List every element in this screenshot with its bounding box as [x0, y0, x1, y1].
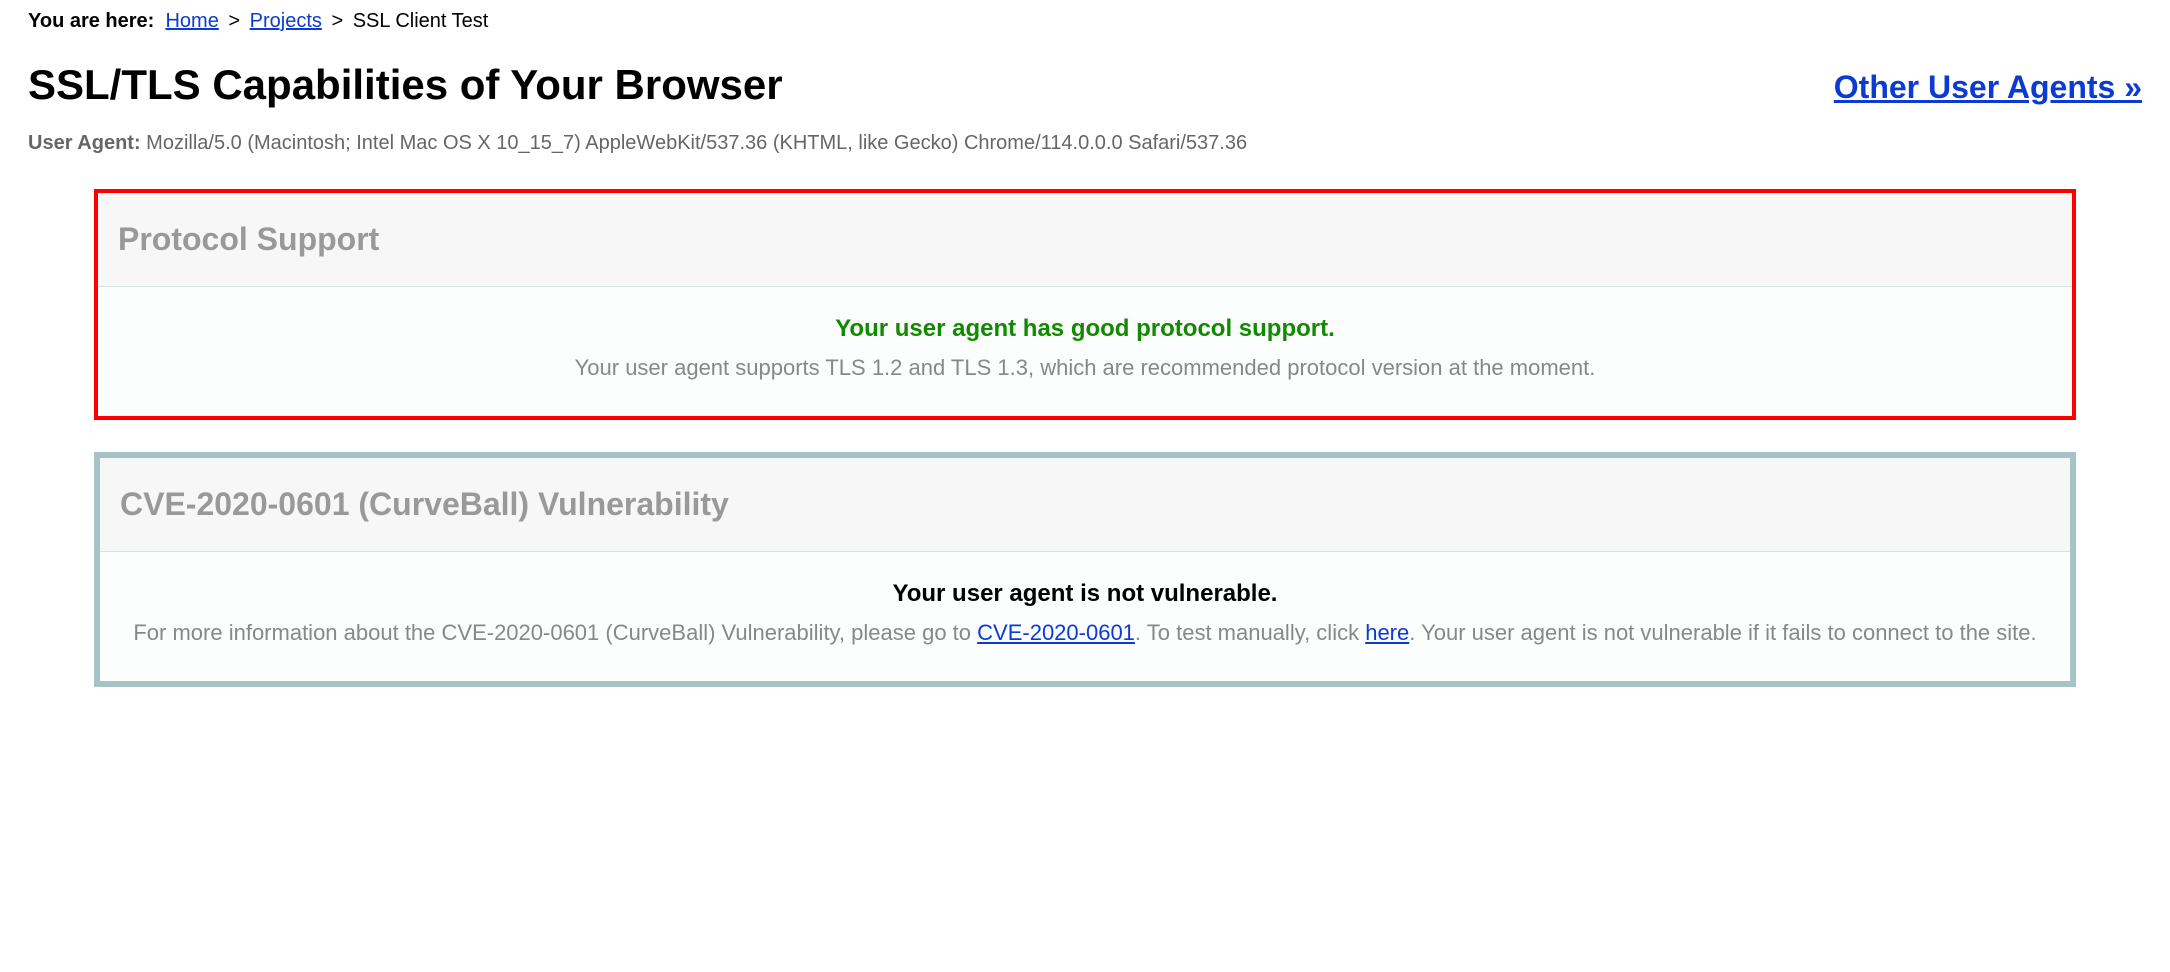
breadcrumb-projects-link[interactable]: Projects — [250, 10, 322, 32]
protocol-support-panel: Protocol Support Your user agent has goo… — [94, 189, 2076, 420]
cve-panel-body: Your user agent is not vulnerable. For m… — [100, 552, 2070, 681]
protocol-panel-title: Protocol Support — [118, 221, 2052, 258]
user-agent-value: Mozilla/5.0 (Macintosh; Intel Mac OS X 1… — [146, 132, 1247, 154]
cve-link[interactable]: CVE-2020-0601 — [977, 620, 1135, 645]
protocol-desc: Your user agent supports TLS 1.2 and TLS… — [118, 351, 2052, 384]
header-row: SSL/TLS Capabilities of Your Browser Oth… — [28, 61, 2142, 109]
breadcrumb-label: You are here: — [28, 10, 154, 32]
protocol-panel-body: Your user agent has good protocol suppor… — [98, 287, 2072, 416]
breadcrumb-sep-1: > — [228, 10, 240, 32]
protocol-status: Your user agent has good protocol suppor… — [118, 315, 2052, 343]
cve-desc-mid: . To test manually, click — [1135, 620, 1365, 645]
other-user-agents-link[interactable]: Other User Agents » — [1834, 69, 2142, 106]
cve-desc-post: . Your user agent is not vulnerable if i… — [1409, 620, 2036, 645]
cve-desc-pre: For more information about the CVE-2020-… — [133, 620, 977, 645]
cve-panel-header: CVE-2020-0601 (CurveBall) Vulnerability — [100, 458, 2070, 552]
user-agent-line: User Agent: Mozilla/5.0 (Macintosh; Inte… — [28, 127, 2142, 159]
page-title: SSL/TLS Capabilities of Your Browser — [28, 61, 783, 109]
cve-panel: CVE-2020-0601 (CurveBall) Vulnerability … — [94, 452, 2076, 687]
breadcrumb-sep-2: > — [331, 10, 343, 32]
panels-container: Protocol Support Your user agent has goo… — [28, 189, 2142, 687]
cve-status: Your user agent is not vulnerable. — [120, 580, 2050, 608]
cve-desc: For more information about the CVE-2020-… — [120, 616, 2050, 649]
cve-test-here-link[interactable]: here — [1365, 620, 1409, 645]
breadcrumb-home-link[interactable]: Home — [165, 10, 218, 32]
cve-panel-title: CVE-2020-0601 (CurveBall) Vulnerability — [120, 486, 2050, 523]
breadcrumb-current: SSL Client Test — [353, 10, 489, 32]
user-agent-label: User Agent: — [28, 132, 141, 154]
breadcrumb: You are here: Home > Projects > SSL Clie… — [28, 10, 2142, 33]
protocol-panel-header: Protocol Support — [98, 193, 2072, 287]
